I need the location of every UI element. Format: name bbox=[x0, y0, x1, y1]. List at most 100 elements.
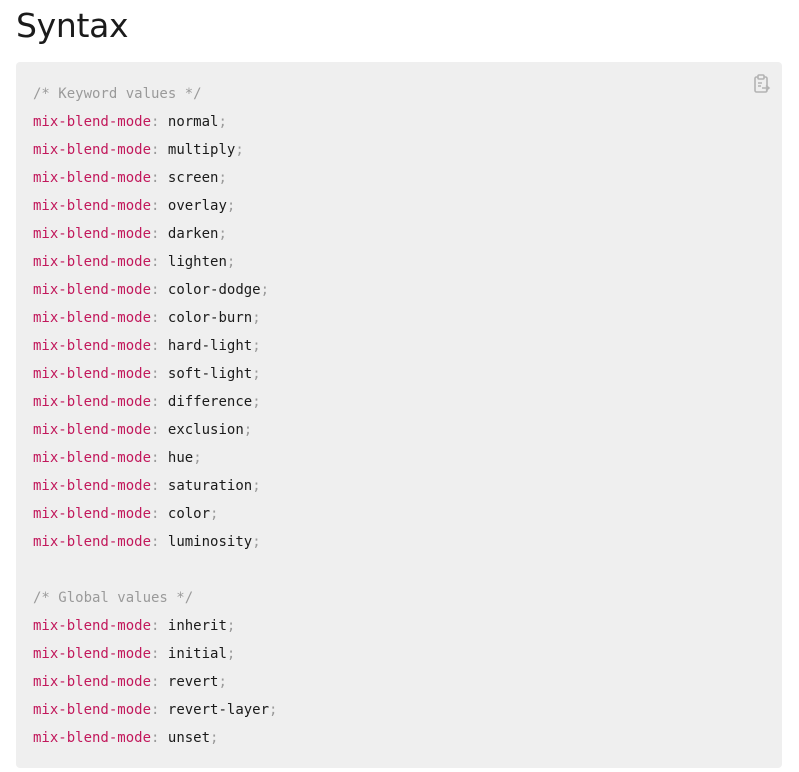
code-line: mix-blend-mode: screen; bbox=[33, 164, 277, 192]
code-line: mix-blend-mode: revert-layer; bbox=[33, 696, 277, 724]
css-property: mix-blend-mode bbox=[33, 310, 152, 326]
punctuation-semicolon: ; bbox=[235, 142, 244, 158]
css-property: mix-blend-mode bbox=[33, 422, 152, 438]
css-value: saturation bbox=[167, 478, 253, 494]
css-value: soft-light bbox=[167, 366, 253, 382]
code-comment: /* Global values */ bbox=[33, 590, 194, 606]
punctuation-colon: : bbox=[151, 478, 160, 494]
css-property: mix-blend-mode bbox=[33, 142, 152, 158]
punctuation-colon: : bbox=[151, 702, 160, 718]
punctuation-colon: : bbox=[151, 646, 160, 662]
punctuation-colon: : bbox=[151, 170, 160, 186]
css-value: exclusion bbox=[167, 422, 244, 438]
css-value: hard-light bbox=[167, 338, 253, 354]
punctuation-colon: : bbox=[151, 226, 160, 242]
punctuation-colon: : bbox=[151, 422, 160, 438]
punctuation-colon: : bbox=[151, 198, 160, 214]
code-line: mix-blend-mode: lighten; bbox=[33, 248, 277, 276]
css-property: mix-blend-mode bbox=[33, 114, 152, 130]
punctuation-semicolon: ; bbox=[218, 674, 227, 690]
css-property: mix-blend-mode bbox=[33, 450, 152, 466]
punctuation-semicolon: ; bbox=[252, 478, 261, 494]
punctuation-semicolon: ; bbox=[252, 534, 261, 550]
punctuation-colon: : bbox=[151, 114, 160, 130]
punctuation-colon: : bbox=[151, 674, 160, 690]
code-line: mix-blend-mode: initial; bbox=[33, 640, 277, 668]
css-property: mix-blend-mode bbox=[33, 506, 152, 522]
punctuation-semicolon: ; bbox=[226, 254, 236, 270]
punctuation-colon: : bbox=[151, 450, 160, 466]
css-value: unset bbox=[167, 730, 211, 746]
css-property: mix-blend-mode bbox=[33, 254, 152, 270]
css-value: difference bbox=[167, 394, 253, 410]
punctuation-semicolon: ; bbox=[243, 422, 253, 438]
code-line: mix-blend-mode: difference; bbox=[33, 388, 277, 416]
punctuation-semicolon: ; bbox=[226, 618, 236, 634]
css-value: normal bbox=[167, 114, 219, 130]
punctuation-semicolon: ; bbox=[218, 170, 227, 186]
css-value: screen bbox=[167, 170, 219, 186]
code-line: mix-blend-mode: exclusion; bbox=[33, 416, 277, 444]
css-value: inherit bbox=[167, 618, 227, 634]
punctuation-colon: : bbox=[151, 254, 160, 270]
code-example: /* Keyword values */ mix-blend-mode: norm… bbox=[16, 62, 782, 768]
css-property: mix-blend-mode bbox=[33, 226, 152, 242]
code-line: mix-blend-mode: saturation; bbox=[33, 472, 277, 500]
punctuation-colon: : bbox=[151, 310, 160, 326]
punctuation-semicolon: ; bbox=[218, 114, 227, 130]
code-line: mix-blend-mode: color; bbox=[33, 500, 277, 528]
code-line: mix-blend-mode: hard-light; bbox=[33, 332, 277, 360]
css-property: mix-blend-mode bbox=[33, 394, 152, 410]
css-property: mix-blend-mode bbox=[33, 366, 152, 382]
punctuation-semicolon: ; bbox=[193, 450, 202, 466]
punctuation-colon: : bbox=[151, 730, 160, 746]
punctuation-semicolon: ; bbox=[269, 702, 278, 718]
punctuation-colon: : bbox=[151, 338, 160, 354]
code-comment: /* Keyword values */ bbox=[33, 86, 202, 102]
css-property: mix-blend-mode bbox=[33, 478, 152, 494]
css-property: mix-blend-mode bbox=[33, 674, 152, 690]
punctuation-semicolon: ; bbox=[252, 366, 261, 382]
code-line: mix-blend-mode: color-burn; bbox=[33, 304, 277, 332]
section-heading: Syntax bbox=[16, 6, 129, 45]
css-value: hue bbox=[167, 450, 194, 466]
css-value: revert bbox=[167, 674, 219, 690]
css-property: mix-blend-mode bbox=[33, 534, 152, 550]
css-property: mix-blend-mode bbox=[33, 282, 152, 298]
punctuation-semicolon: ; bbox=[226, 646, 236, 662]
code-line: mix-blend-mode: color-dodge; bbox=[33, 276, 277, 304]
css-value: color-burn bbox=[167, 310, 253, 326]
css-property: mix-blend-mode bbox=[33, 618, 152, 634]
punctuation-semicolon: ; bbox=[252, 310, 261, 326]
css-value: revert-layer bbox=[167, 702, 270, 718]
punctuation-colon: : bbox=[151, 534, 160, 550]
css-value: lighten bbox=[167, 254, 227, 270]
css-value: color-dodge bbox=[167, 282, 261, 298]
code-line: mix-blend-mode: unset; bbox=[33, 724, 277, 752]
punctuation-semicolon: ; bbox=[252, 394, 261, 410]
code-line: mix-blend-mode: inherit; bbox=[33, 612, 277, 640]
punctuation-semicolon: ; bbox=[210, 506, 219, 522]
punctuation-colon: : bbox=[151, 142, 160, 158]
code-line: mix-blend-mode: hue; bbox=[33, 444, 277, 472]
punctuation-colon: : bbox=[151, 394, 160, 410]
copy-button[interactable] bbox=[752, 74, 772, 94]
code-line: mix-blend-mode: darken; bbox=[33, 220, 277, 248]
punctuation-colon: : bbox=[151, 282, 160, 298]
punctuation-semicolon: ; bbox=[218, 226, 227, 242]
code-line: mix-blend-mode: overlay; bbox=[33, 192, 277, 220]
punctuation-colon: : bbox=[151, 506, 160, 522]
css-property: mix-blend-mode bbox=[33, 170, 152, 186]
code-listing: /* Keyword values */ mix-blend-mode: norm… bbox=[33, 80, 277, 752]
punctuation-semicolon: ; bbox=[210, 730, 219, 746]
punctuation-semicolon: ; bbox=[252, 338, 261, 354]
css-value: luminosity bbox=[167, 534, 253, 550]
code-line: mix-blend-mode: multiply; bbox=[33, 136, 277, 164]
css-property: mix-blend-mode bbox=[33, 338, 152, 354]
code-line: mix-blend-mode: normal; bbox=[33, 108, 277, 136]
code-line: mix-blend-mode: luminosity; bbox=[33, 528, 277, 556]
punctuation-colon: : bbox=[151, 366, 160, 382]
clipboard-copy-icon bbox=[754, 74, 771, 93]
code-line: mix-blend-mode: soft-light; bbox=[33, 360, 277, 388]
